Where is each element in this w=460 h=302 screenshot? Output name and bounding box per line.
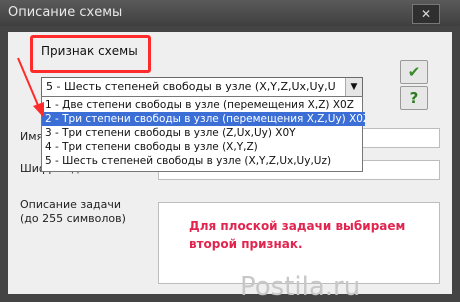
red-arrow-annotation [17,57,44,118]
arrow-head [33,102,44,118]
arrow-line [17,57,41,111]
dialog-window: Описание схемы ✕ Признак схемы 5 - Шесть… [0,0,460,302]
